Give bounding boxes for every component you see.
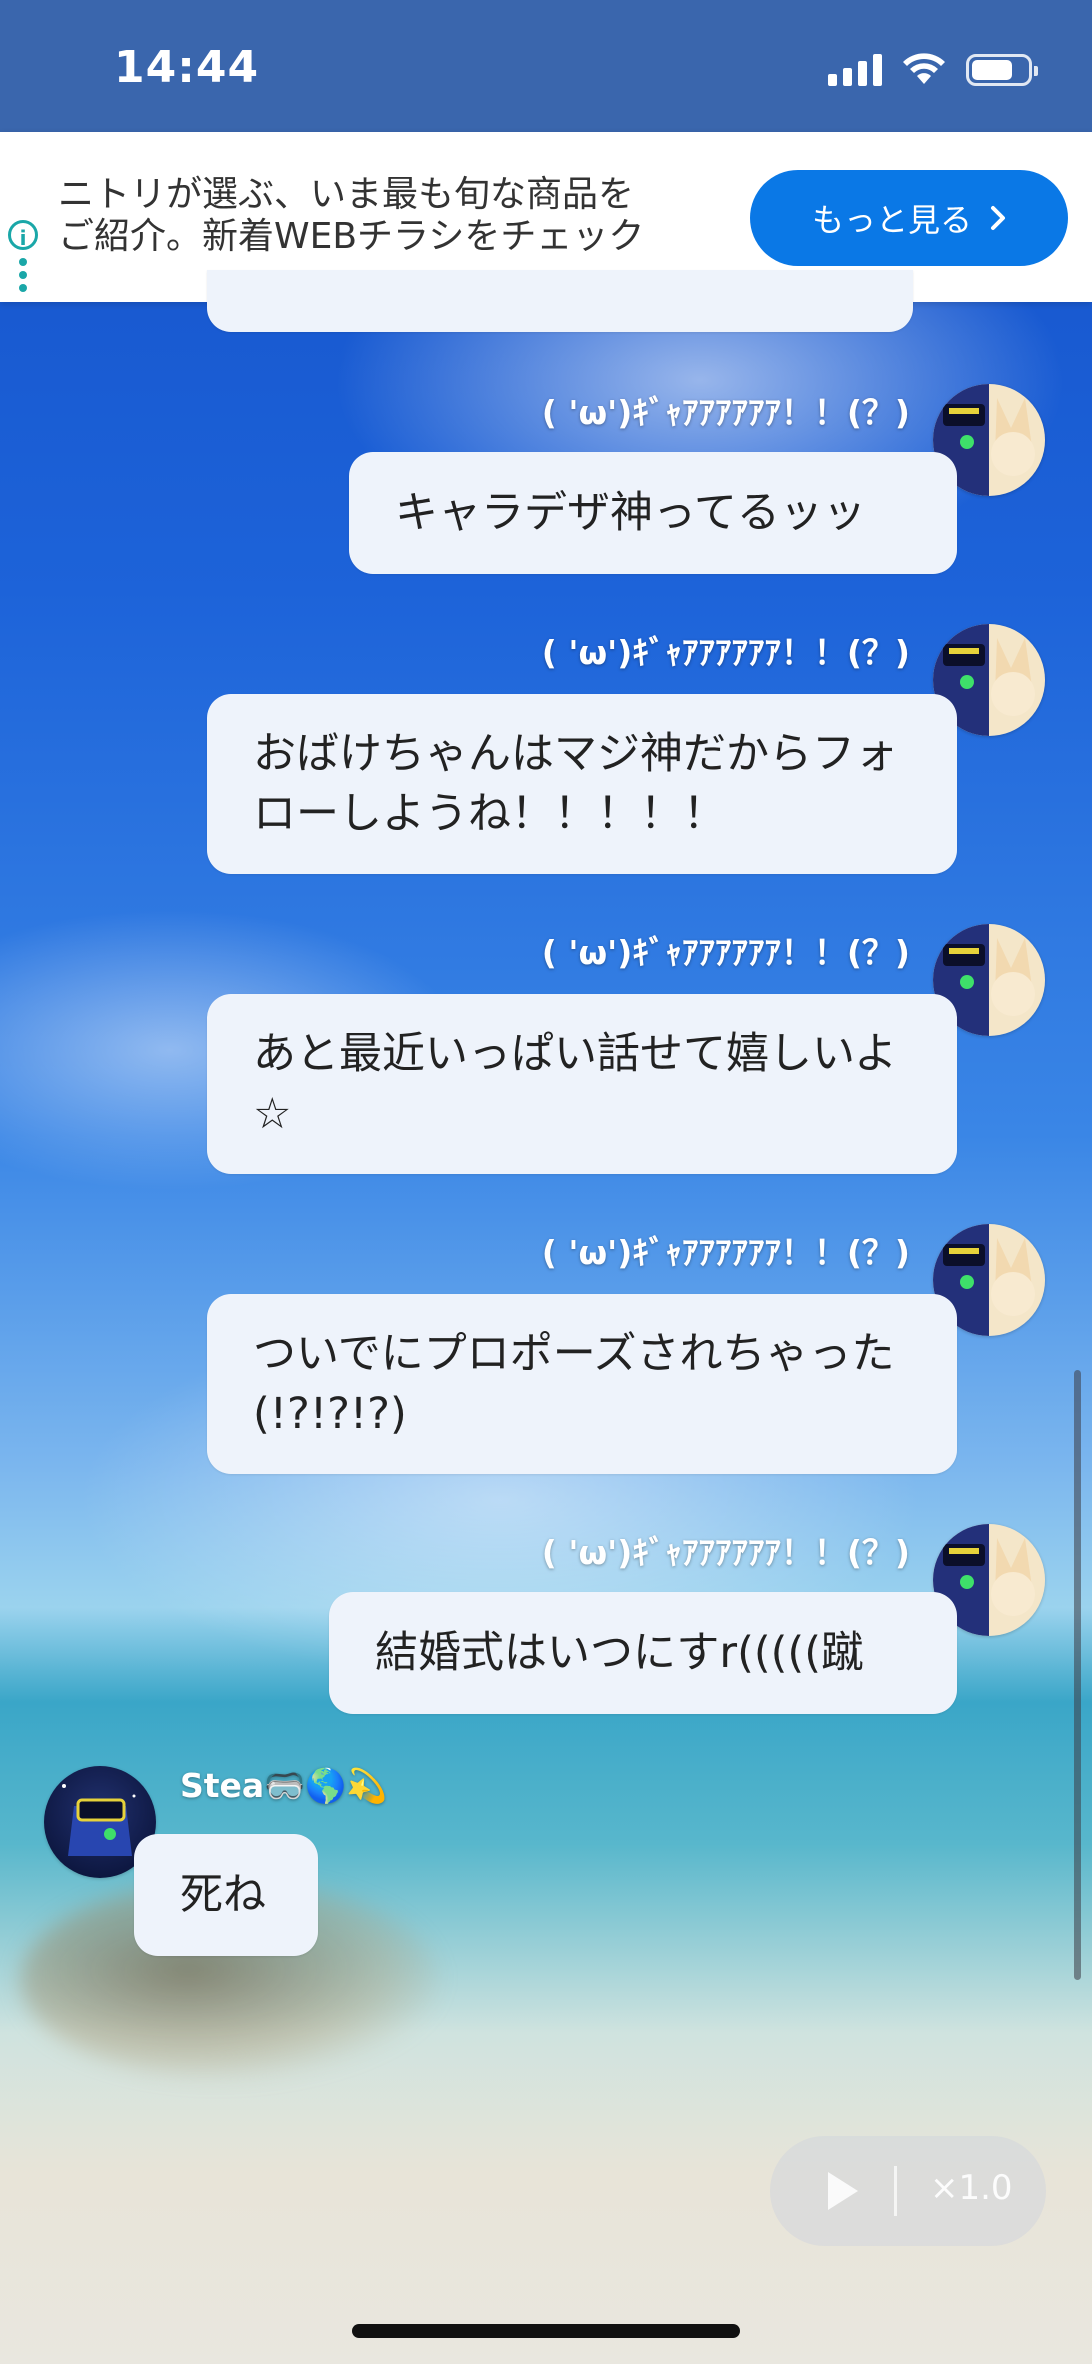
status-time: 14:44 (114, 42, 260, 93)
sender-name: ( 'ω')ｷﾞｬｱｱｱｱｱｱ！！(？) (541, 1533, 910, 1572)
message-text: キャラデザ神ってるッッ (395, 488, 866, 538)
message-bubble: キャラデザ神ってるッッ (349, 452, 957, 574)
battery-icon (966, 54, 1038, 86)
status-icons (828, 52, 1038, 86)
message-bubble: 結婚式はいつにすr(((((蹴 (329, 1592, 957, 1714)
sender-name: ( 'ω')ｷﾞｬｱｱｱｱｱｱ！！(？) (541, 633, 910, 672)
cellular-signal-icon (828, 52, 882, 86)
status-bar: 14:44 (0, 0, 1092, 132)
message-bubble: あと最近いっぱい話せて嬉しいよ☆ (207, 994, 957, 1174)
divider (894, 2166, 897, 2216)
wifi-icon (903, 53, 945, 84)
message-text: ついでにプロポーズされちゃった(!?!?!?) (253, 1329, 895, 1439)
message-text: おばけちゃんはマジ神だからフォローしようね！！！！！ (253, 729, 898, 839)
message-bubble: おばけちゃんはマジ神だからフォローしようね！！！！！ (207, 694, 957, 874)
ad-text-line-1: ニトリが選ぶ、いま最も旬な商品を (58, 174, 635, 215)
message-text: 結婚式はいつにすr(((((蹴 (375, 1628, 864, 1678)
speed-button[interactable]: ×1.0 (930, 2168, 1013, 2208)
ad-text-line-2: ご紹介。新着WEBチラシをチェック (58, 216, 645, 257)
chat-background (0, 0, 1092, 2364)
play-icon[interactable] (828, 2172, 858, 2210)
sender-name: Stea🥽🌎💫 (180, 1766, 388, 1805)
message-bubble-partial (207, 270, 913, 332)
ad-more-button[interactable]: もっと見る (750, 170, 1068, 266)
more-options-icon[interactable] (19, 258, 27, 292)
sender-name: ( 'ω')ｷﾞｬｱｱｱｱｱｱ！！(？) (541, 933, 910, 972)
message-bubble: ついでにプロポーズされちゃった(!?!?!?) (207, 1294, 957, 1474)
message-bubble: 死ね (134, 1834, 318, 1956)
message-text: あと最近いっぱい話せて嬉しいよ☆ (253, 1029, 898, 1139)
ad-text: ニトリが選ぶ、いま最も旬な商品を ご紹介。新着WEBチラシをチェック (58, 174, 698, 258)
ad-more-button-label: もっと見る (811, 201, 972, 239)
sender-name: ( 'ω')ｷﾞｬｱｱｱｱｱｱ！！(？) (541, 393, 910, 432)
scrollbar[interactable] (1074, 1370, 1081, 1980)
home-indicator[interactable] (352, 2324, 740, 2338)
playback-control[interactable]: ×1.0 (770, 2136, 1046, 2246)
message-text: 死ね (180, 1870, 266, 1920)
chevron-right-icon (991, 206, 1005, 230)
info-icon[interactable]: i (8, 220, 38, 250)
sender-name: ( 'ω')ｷﾞｬｱｱｱｱｱｱ！！(？) (541, 1233, 910, 1272)
